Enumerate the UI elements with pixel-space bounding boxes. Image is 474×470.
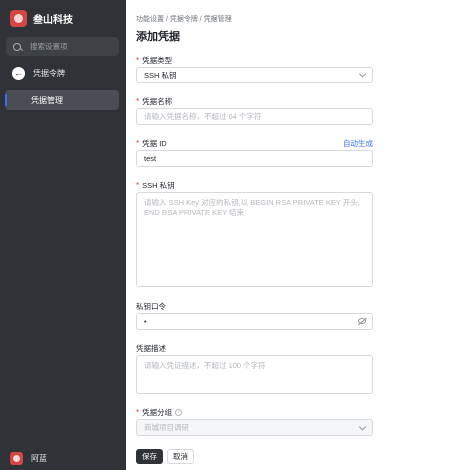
cancel-button[interactable]: 取消 [167,449,194,464]
eye-off-icon[interactable] [358,318,366,324]
brand: 叁山科技 [10,9,73,27]
chevron-down-icon [358,422,367,431]
back-link[interactable]: ← 凭据令牌 [12,66,65,80]
help-icon[interactable]: ? [175,409,183,416]
description-label: 凭据描述 [136,344,166,353]
credential-id-input[interactable]: test [136,150,373,167]
logo-icon [10,9,27,27]
avatar-icon [10,451,23,465]
search-box[interactable] [6,37,119,56]
description-textarea[interactable]: 请输入凭证描述，不超过 100 个字符 [136,355,373,394]
passphrase-label: 私钥口令 [136,302,166,311]
ssh-key-label: * SSH 私钥 [136,181,175,190]
credential-type-select[interactable]: SSH 私钥 [136,67,373,83]
back-label: 凭据令牌 [33,68,65,78]
breadcrumb: 功能设置 / 凭据令牌 / 凭据管理 [136,16,232,23]
passphrase-input[interactable]: • [136,313,373,330]
back-arrow-icon[interactable]: ← [12,66,25,80]
main-content: 功能设置 / 凭据令牌 / 凭据管理 添加凭据 * 凭据类型 SSH 私钥 * 凭据… [126,0,474,470]
credential-name-input[interactable]: 请输入凭据名称，不超过 64 个字符 [136,108,373,125]
search-icon [13,42,21,51]
sidebar-item-credential-management[interactable]: 凭据管理 [5,90,119,110]
user-menu[interactable]: 阿蓝 [10,451,47,465]
name-label: * 凭据名称 [136,97,173,106]
auto-generate-link[interactable]: 自动生成 [343,138,373,149]
sidebar: 叁山科技 ← 凭据令牌 凭据管理 阿蓝 [0,0,126,470]
save-button[interactable]: 保存 [136,449,163,464]
type-label: * 凭据类型 [136,56,173,65]
credential-type-value: SSH 私钥 [144,70,177,80]
page-title: 添加凭据 [136,31,180,43]
credential-group-select[interactable]: 商城项目调研 [136,419,373,436]
ssh-key-textarea[interactable]: 请输入 SSH Key 对应的私钥,以 BEGIN RSA PRIVATE KE… [136,192,373,287]
id-label: * 凭据 ID [136,139,167,148]
chevron-down-icon [358,70,367,78]
brand-name: 叁山科技 [33,14,73,26]
search-input[interactable] [30,42,110,51]
user-name: 阿蓝 [31,453,47,463]
group-label: * 凭据分组 ? [136,407,183,418]
